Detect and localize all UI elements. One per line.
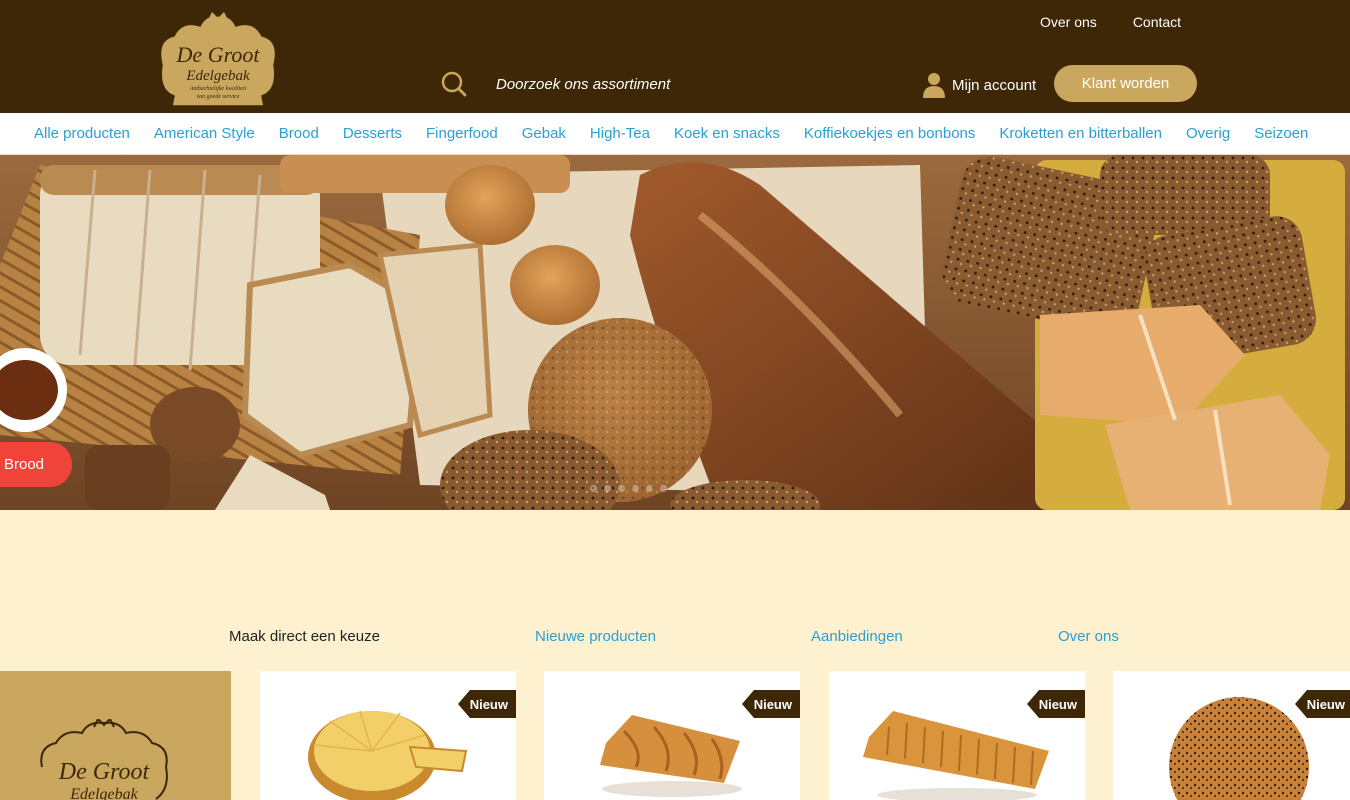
side-brand-logo: De Groot Edelgebak bbox=[40, 719, 168, 800]
account-link[interactable]: Mijn account bbox=[922, 72, 1036, 98]
category-koek-en-snacks[interactable]: Koek en snacks bbox=[674, 125, 780, 142]
aanbiedingen-link[interactable]: Aanbiedingen bbox=[811, 628, 903, 645]
category-seizoen[interactable]: Seizoen bbox=[1254, 125, 1308, 142]
search-icon[interactable] bbox=[440, 70, 468, 98]
svg-text:De Groot: De Groot bbox=[176, 42, 261, 67]
category-high-tea[interactable]: High-Tea bbox=[590, 125, 650, 142]
category-american-style[interactable]: American Style bbox=[154, 125, 255, 142]
hero-category-tag[interactable]: Brood bbox=[0, 442, 72, 487]
new-badge: Nieuw bbox=[742, 690, 800, 718]
carousel-dot[interactable] bbox=[660, 485, 667, 492]
carousel-dot[interactable] bbox=[604, 485, 611, 492]
nieuwe-producten-link[interactable]: Nieuwe producten bbox=[535, 628, 656, 645]
product-card[interactable]: Nieuw bbox=[260, 671, 516, 800]
search-input[interactable] bbox=[496, 75, 736, 93]
hero-tag-label: Brood bbox=[4, 456, 45, 473]
svg-text:Edelgebak: Edelgebak bbox=[69, 786, 138, 800]
category-kroketten[interactable]: Kroketten en bitterballen bbox=[999, 125, 1162, 142]
category-alle-producten[interactable]: Alle producten bbox=[34, 125, 130, 142]
svg-text:van goede service: van goede service bbox=[197, 94, 240, 100]
quick-choice-label: Maak direct een keuze bbox=[229, 628, 380, 645]
contact-link[interactable]: Contact bbox=[1133, 14, 1181, 30]
carousel-dot[interactable] bbox=[632, 485, 639, 492]
product-card[interactable]: Nieuw bbox=[1113, 671, 1350, 800]
product-card[interactable]: Nieuw bbox=[829, 671, 1085, 800]
side-brand-panel: De Groot Edelgebak bbox=[0, 671, 231, 800]
carousel-dot[interactable] bbox=[590, 485, 597, 492]
carousel-dot[interactable] bbox=[646, 485, 653, 492]
user-icon bbox=[923, 73, 945, 98]
top-links: Over ons Contact bbox=[1040, 14, 1181, 30]
over-ons-link[interactable]: Over ons bbox=[1040, 14, 1097, 30]
account-label: Mijn account bbox=[952, 76, 1037, 94]
category-koffiekoekjes[interactable]: Koffiekoekjes en bonbons bbox=[804, 125, 976, 142]
category-brood[interactable]: Brood bbox=[279, 125, 319, 142]
carousel-dot[interactable] bbox=[618, 485, 625, 492]
klant-worden-button[interactable]: Klant worden bbox=[1054, 65, 1197, 102]
over-ons-choice-link[interactable]: Over ons bbox=[1058, 628, 1119, 645]
category-nav: Alle producten American Style Brood Dess… bbox=[0, 113, 1350, 155]
new-badge: Nieuw bbox=[1027, 690, 1085, 718]
category-gebak[interactable]: Gebak bbox=[522, 125, 566, 142]
product-card[interactable]: Nieuw bbox=[544, 671, 800, 800]
search-bar bbox=[440, 70, 736, 98]
site-header: De Groot Edelgebak Ambachtelijke kwalite… bbox=[0, 0, 1350, 113]
brand-logo[interactable]: De Groot Edelgebak Ambachtelijke kwalite… bbox=[152, 10, 284, 108]
category-desserts[interactable]: Desserts bbox=[343, 125, 402, 142]
hero-banner[interactable]: Brood bbox=[0, 155, 1350, 510]
svg-text:Ambachtelijke kwaliteit: Ambachtelijke kwaliteit bbox=[189, 86, 247, 92]
hero-bread-image bbox=[0, 155, 1350, 510]
svg-text:Edelgebak: Edelgebak bbox=[185, 68, 250, 84]
category-overig[interactable]: Overig bbox=[1186, 125, 1230, 142]
hero-carousel-dots bbox=[590, 485, 667, 492]
new-badge: Nieuw bbox=[458, 690, 516, 718]
svg-text:De Groot: De Groot bbox=[58, 759, 151, 785]
category-fingerfood[interactable]: Fingerfood bbox=[426, 125, 498, 142]
